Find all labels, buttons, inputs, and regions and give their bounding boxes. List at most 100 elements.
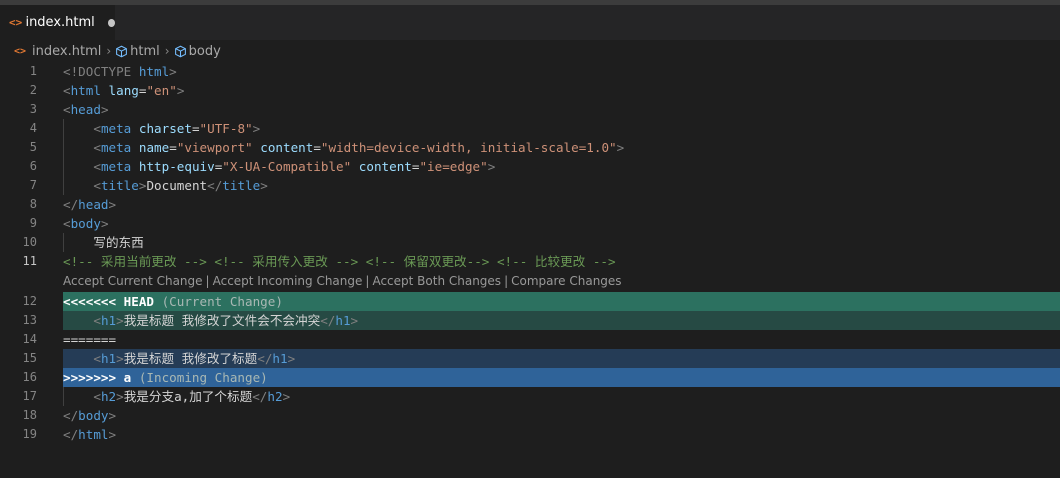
code-token: =: [191, 121, 200, 136]
codelens-separator: |: [205, 274, 210, 288]
code-line[interactable]: 16 >>>>>>> a (Incoming Change): [0, 368, 1060, 387]
code-line[interactable]: 10 写的东西: [0, 233, 1060, 252]
code-token: >: [616, 140, 625, 155]
code-token: >: [100, 102, 109, 117]
code-token: >: [116, 313, 124, 328]
code-token: h1: [335, 313, 351, 328]
code-token: html: [138, 64, 170, 79]
code-token: </: [320, 313, 336, 328]
code-token: charset: [138, 121, 192, 136]
code-line[interactable]: 8 </head>: [0, 195, 1060, 214]
code-token: 我是标题 我修改了标题: [123, 351, 258, 366]
code-token: <: [63, 216, 71, 231]
code-token: title: [100, 178, 139, 193]
chevron-right-icon: ›: [106, 44, 112, 58]
html-file-icon: <>: [9, 16, 23, 29]
breadcrumb-body[interactable]: body: [189, 44, 221, 59]
code-token: =: [313, 140, 321, 155]
code-line[interactable]: 18 </body>: [0, 406, 1060, 425]
code-token: (Incoming Change): [131, 370, 268, 385]
code-text: </body>: [63, 406, 1060, 425]
code-line[interactable]: 4 <meta charset="UTF-8">: [0, 119, 1060, 138]
code-line[interactable]: 7 <title>Document</title>: [0, 176, 1060, 195]
code-token: html: [78, 427, 109, 442]
accept-current-change-link[interactable]: Accept Current Change: [63, 274, 203, 288]
code-line[interactable]: 14 =======: [0, 330, 1060, 349]
code-line[interactable]: 6 <meta http-equiv="X-UA-Compatible" con…: [0, 157, 1060, 176]
code-token: Document: [146, 178, 208, 193]
chevron-right-icon: ›: [164, 44, 170, 58]
code-token: </: [63, 197, 79, 212]
code-token: >: [100, 216, 109, 231]
code-token: >: [108, 427, 117, 442]
code-token: <: [63, 102, 71, 117]
compare-changes-link[interactable]: Compare Changes: [511, 274, 621, 288]
code-token: >>>>>>> a: [63, 370, 132, 385]
code-token: >: [116, 389, 124, 404]
line-number: 8: [29, 197, 37, 211]
code-token: >: [108, 408, 117, 423]
code-token: >: [260, 178, 268, 193]
code-text: </head>: [63, 195, 1060, 214]
code-line[interactable]: 17 <h2>我是分支a,加了个标题</h2>: [0, 387, 1060, 406]
code-token: 我是标题 我修改了文件会不会冲突: [123, 313, 321, 328]
code-token: </: [207, 178, 223, 193]
breadcrumb-html[interactable]: html: [130, 44, 160, 59]
code-token: <: [93, 389, 101, 404]
code-line[interactable]: 12 <<<<<<< HEAD (Current Change): [0, 292, 1060, 311]
codelens-separator: |: [504, 274, 509, 288]
code-token: <: [93, 178, 101, 193]
line-number: 11: [22, 254, 37, 268]
code-token: <<<<<<< HEAD: [63, 294, 154, 309]
code-text: <title>Document</title>: [63, 176, 1060, 195]
code-token: >: [169, 64, 177, 79]
code-line[interactable]: 13 <h1>我是标题 我修改了文件会不会冲突</h1>: [0, 311, 1060, 330]
unsaved-dot-icon[interactable]: [107, 18, 115, 27]
code-text: <meta name="viewport" content="width=dev…: [63, 138, 1060, 157]
code-line[interactable]: 11 <!-- 采用当前更改 --> <!-- 采用传入更改 --> <!-- 保…: [0, 252, 1060, 271]
tab-bar: <> index.html: [0, 5, 1060, 40]
element-cube-icon: [174, 45, 186, 57]
code-token: h2: [100, 389, 117, 404]
code-text: =======: [63, 330, 1060, 349]
line-number: 1: [29, 64, 37, 78]
code-text: <<<<<<< HEAD (Current Change): [63, 292, 1060, 311]
line-number: 15: [22, 351, 37, 365]
code-token: head: [70, 102, 101, 117]
element-cube-icon: [116, 45, 128, 57]
tab-index-html[interactable]: <> index.html: [0, 5, 115, 40]
code-text: >>>>>>> a (Incoming Change): [63, 368, 1060, 387]
code-text: <body>: [63, 214, 1060, 233]
code-token: h1: [100, 351, 117, 366]
code-text: <head>: [63, 100, 1060, 119]
code-token: "viewport": [176, 140, 253, 155]
code-token: >: [176, 83, 185, 98]
code-text: <h1>我是标题 我修改了标题</h1>: [63, 349, 1060, 368]
code-editor[interactable]: 1 <!DOCTYPE html> 2 <html lang="en"> 3 <head>…: [0, 62, 1060, 444]
code-token: content: [358, 159, 412, 174]
code-token: </: [252, 389, 268, 404]
code-token: 写的东西: [93, 235, 144, 250]
accept-both-changes-link[interactable]: Accept Both Changes: [372, 274, 501, 288]
accept-incoming-change-link[interactable]: Accept Incoming Change: [213, 274, 363, 288]
code-line[interactable]: 19 </html>: [0, 425, 1060, 444]
code-line[interactable]: 1 <!DOCTYPE html>: [0, 62, 1060, 81]
line-number: 18: [22, 408, 37, 422]
line-number: 6: [29, 159, 37, 173]
line-number: 16: [22, 370, 37, 384]
code-token: meta: [100, 121, 132, 136]
code-token: =======: [63, 332, 117, 347]
code-line[interactable]: 5 <meta name="viewport" content="width=d…: [0, 138, 1060, 157]
code-token: </: [63, 427, 79, 442]
code-line[interactable]: 15 <h1>我是标题 我修改了标题</h1>: [0, 349, 1060, 368]
code-line[interactable]: 9 <body>: [0, 214, 1060, 233]
code-token: body: [78, 408, 109, 423]
breadcrumb-file[interactable]: index.html: [32, 44, 101, 59]
code-line[interactable]: 3 <head>: [0, 100, 1060, 119]
code-line[interactable]: 2 <html lang="en">: [0, 81, 1060, 100]
code-token: "en": [146, 83, 177, 98]
